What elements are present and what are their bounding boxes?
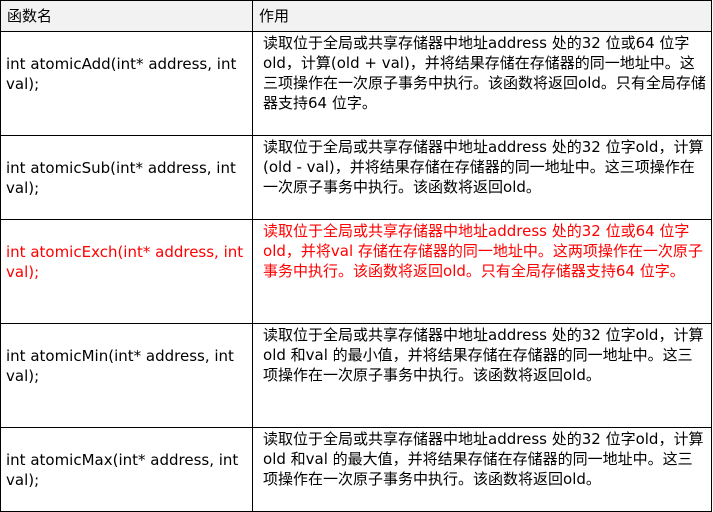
table-row-atomic-max: int atomicMax(int* address, int val); 读取… [0, 427, 712, 512]
function-signature: int atomicExch(int* address, int val); [0, 219, 254, 324]
function-description: 读取位于全局或共享存储器中地址address 处的32 位字old，计算(old… [252, 135, 712, 220]
function-signature: int atomicAdd(int* address, int val); [0, 31, 254, 136]
function-signature: int atomicSub(int* address, int val); [0, 135, 254, 220]
function-description: 读取位于全局或共享存储器中地址address 处的32 位或64 位字old，并… [252, 219, 712, 324]
table-row-atomic-sub: int atomicSub(int* address, int val); 读取… [0, 135, 712, 220]
header-function-name: 函数名 [0, 0, 254, 32]
table-row-atomic-exch: int atomicExch(int* address, int val); 读… [0, 219, 712, 324]
function-signature: int atomicMax(int* address, int val); [0, 427, 254, 512]
header-function-use: 作用 [252, 0, 712, 32]
table-row-atomic-add: int atomicAdd(int* address, int val); 读取… [0, 31, 712, 136]
atomic-functions-table: 函数名 作用 int atomicAdd(int* address, int v… [0, 0, 712, 512]
function-description: 读取位于全局或共享存储器中地址address 处的32 位或64 位字old，计… [252, 31, 712, 136]
function-signature: int atomicMin(int* address, int val); [0, 323, 254, 428]
function-description: 读取位于全局或共享存储器中地址address 处的32 位字old，计算old … [252, 427, 712, 512]
table-row-atomic-min: int atomicMin(int* address, int val); 读取… [0, 323, 712, 428]
table-header-row: 函数名 作用 [0, 0, 712, 32]
function-description: 读取位于全局或共享存储器中地址address 处的32 位字old，计算old … [252, 323, 712, 428]
